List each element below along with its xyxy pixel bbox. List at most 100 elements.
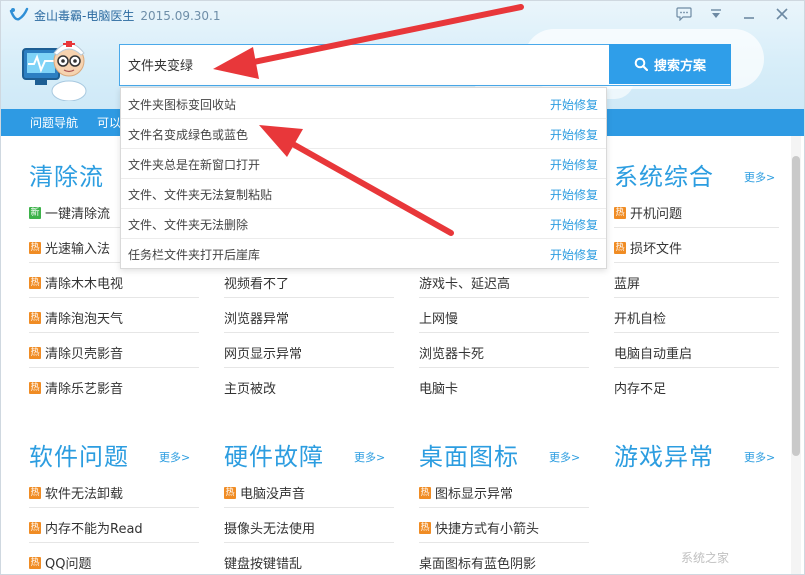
search-input[interactable] <box>120 45 614 83</box>
minimize-button[interactable] <box>738 4 760 24</box>
divider <box>29 507 199 508</box>
list-item[interactable]: 电脑自动重启 <box>614 343 692 362</box>
list-item-label: 清除泡泡天气 <box>45 312 124 327</box>
list-item[interactable]: 键盘按键错乱 <box>224 553 302 572</box>
list-item[interactable]: 热光速输入法 <box>29 238 110 257</box>
list-item[interactable]: 浏览器卡死 <box>419 343 484 362</box>
menu-button[interactable] <box>705 4 727 24</box>
feedback-button[interactable] <box>673 4 695 24</box>
start-repair-link[interactable]: 开始修复 <box>550 186 598 203</box>
list-item[interactable]: 热电脑没声音 <box>224 483 305 502</box>
more-link-hardware[interactable]: 更多> <box>354 449 385 465</box>
list-item[interactable]: 热软件无法卸载 <box>29 483 123 502</box>
suggestion-item[interactable]: 文件名变成绿色或蓝色 开始修复 <box>121 118 606 149</box>
list-item[interactable]: 热清除乐艺影音 <box>29 378 123 397</box>
more-link-game[interactable]: 更多> <box>744 449 775 465</box>
list-item-label: 视频看不了 <box>224 277 290 292</box>
divider <box>29 332 199 333</box>
watermark: 系统之家 <box>681 551 730 565</box>
section-title-desktop-icons: 桌面图标 <box>419 443 519 471</box>
section-title-hardware: 硬件故障 <box>224 443 324 471</box>
section-title-system: 系统综合 <box>614 163 714 191</box>
list-item[interactable]: 热内存不能为Read <box>29 518 143 537</box>
list-item[interactable]: 热清除贝壳影音 <box>29 343 123 362</box>
list-item-label: 快捷方式有小箭头 <box>435 522 540 537</box>
more-link-software[interactable]: 更多> <box>159 449 190 465</box>
search-suggestions-dropdown: 文件夹图标变回收站 开始修复 文件名变成绿色或蓝色 开始修复 文件夹总是在新窗口… <box>120 87 607 269</box>
list-item-label: 浏览器卡死 <box>419 347 485 362</box>
section-title-game: 游戏异常 <box>614 443 714 471</box>
vertical-scrollbar[interactable] <box>791 136 801 574</box>
divider <box>29 297 199 298</box>
suggestion-item[interactable]: 文件夹图标变回收站 开始修复 <box>121 88 606 119</box>
minimize-icon <box>744 17 754 19</box>
suggestion-item[interactable]: 文件、文件夹无法删除 开始修复 <box>121 208 606 239</box>
more-link-desktop-icons[interactable]: 更多> <box>549 449 580 465</box>
list-item[interactable]: 主页被改 <box>224 378 276 397</box>
list-item[interactable]: 电脑卡 <box>419 378 458 397</box>
list-item[interactable]: 蓝屏 <box>614 273 640 292</box>
close-icon <box>776 8 788 20</box>
list-item[interactable]: 上网慢 <box>419 308 458 327</box>
divider <box>614 332 779 333</box>
suggestion-text: 文件夹总是在新窗口打开 <box>128 158 261 172</box>
suggestion-item[interactable]: 任务栏文件夹打开后崖库 开始修复 <box>121 238 606 268</box>
list-item-label: 浏览器异常 <box>224 312 290 327</box>
list-item-label: QQ问题 <box>45 557 92 572</box>
suggestion-text: 文件名变成绿色或蓝色 <box>128 128 249 142</box>
suggestion-item[interactable]: 文件、文件夹无法复制粘贴 开始修复 <box>121 178 606 209</box>
start-repair-link[interactable]: 开始修复 <box>550 96 598 113</box>
list-item[interactable]: 游戏卡、延迟高 <box>419 273 510 292</box>
hot-badge: 热 <box>29 556 41 569</box>
list-item[interactable]: 视频看不了 <box>224 273 289 292</box>
suggestion-text: 任务栏文件夹打开后崖库 <box>128 248 261 262</box>
nav-tab-problem-guide[interactable]: 问题导航 <box>30 114 78 131</box>
list-item-label: 摄像头无法使用 <box>224 522 316 537</box>
list-item[interactable]: 热开机问题 <box>614 203 682 222</box>
divider <box>29 367 199 368</box>
logo-icon <box>9 7 29 21</box>
divider <box>224 367 394 368</box>
list-item[interactable]: 热损坏文件 <box>614 238 682 257</box>
hot-badge: 热 <box>29 241 41 254</box>
list-item[interactable]: 热快捷方式有小箭头 <box>419 518 539 537</box>
list-item[interactable]: 网页显示异常 <box>224 343 302 362</box>
divider <box>419 542 589 543</box>
start-repair-link[interactable]: 开始修复 <box>550 156 598 173</box>
list-item[interactable]: 新一键清除流 <box>29 203 110 222</box>
close-button[interactable] <box>771 4 793 24</box>
list-item[interactable]: 开机自检 <box>614 308 666 327</box>
list-item[interactable]: 浏览器异常 <box>224 308 289 327</box>
divider <box>29 542 199 543</box>
hot-badge: 热 <box>419 486 431 499</box>
hot-badge: 热 <box>29 346 41 359</box>
chat-bubble-icon <box>676 7 692 21</box>
suggestion-item[interactable]: 文件夹总是在新窗口打开 开始修复 <box>121 148 606 179</box>
list-item-label: 网页显示异常 <box>224 347 303 362</box>
divider <box>419 297 589 298</box>
list-item[interactable]: 热图标显示异常 <box>419 483 513 502</box>
list-item[interactable]: 桌面图标有蓝色阴影 <box>419 553 536 572</box>
start-repair-link[interactable]: 开始修复 <box>550 246 598 263</box>
divider <box>614 367 779 368</box>
list-item[interactable]: 摄像头无法使用 <box>224 518 315 537</box>
divider <box>419 367 589 368</box>
suggestion-text: 文件、文件夹无法删除 <box>128 218 249 232</box>
list-item[interactable]: 内存不足 <box>614 378 666 397</box>
divider <box>224 332 394 333</box>
new-badge: 新 <box>29 206 41 219</box>
list-item-label: 电脑卡 <box>419 382 459 397</box>
list-item[interactable]: 热 QQ问题 <box>29 553 91 572</box>
scrollbar-thumb[interactable] <box>792 156 800 456</box>
more-link-system[interactable]: 更多> <box>744 169 775 185</box>
hot-badge: 热 <box>419 521 431 534</box>
list-item[interactable]: 热清除木木电视 <box>29 273 123 292</box>
start-repair-link[interactable]: 开始修复 <box>550 126 598 143</box>
version-label: 2015.09.30.1 <box>140 9 221 23</box>
hot-badge: 热 <box>29 381 41 394</box>
list-item-label: 主页被改 <box>224 382 277 397</box>
search-button[interactable]: 搜索方案 <box>609 44 731 84</box>
list-item[interactable]: 热清除泡泡天气 <box>29 308 123 327</box>
start-repair-link[interactable]: 开始修复 <box>550 216 598 233</box>
search-box: 搜索方案 <box>119 44 731 86</box>
